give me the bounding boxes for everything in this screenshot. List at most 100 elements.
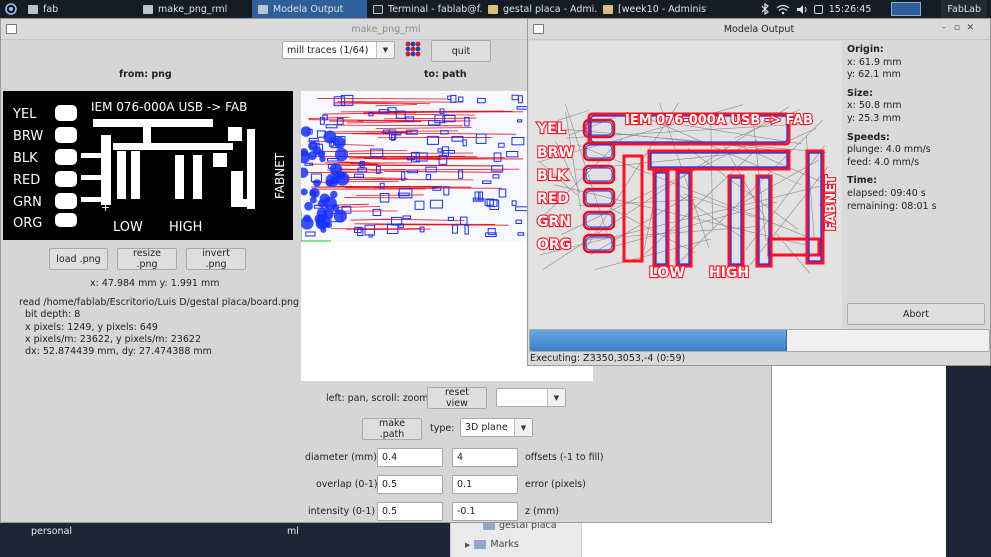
info-read-path: read /home/fablab/Escritorio/Luis D/gest… [19,297,300,308]
view-select[interactable]: ▼ [496,388,566,407]
desktop-label-ml[interactable]: ml [287,526,299,537]
task-gestal-placa[interactable]: gestal placa - Admi... [482,0,597,18]
plunge-speed: plunge: 4.0 mm/s [847,144,931,156]
chevron-down-icon: ▼ [547,389,565,406]
progress-fill [530,330,788,351]
task-label: make_png_rml [158,3,228,15]
minimize-icon[interactable]: – [942,23,947,33]
task-week10[interactable]: [week10 - Administr... [597,0,707,18]
restore-icon[interactable]: ▫ [954,23,960,33]
overlap-label: overlap (0-1) [316,479,378,490]
mode-select-value: mill traces (1/64) [287,44,369,56]
resize-png-button[interactable]: resize .png [117,248,177,270]
clock[interactable]: 15:26:45 [829,4,872,15]
pin-label-yel: YEL [12,107,37,122]
load-png-button[interactable]: load .png [49,248,108,270]
pin-label-red: RED [537,191,569,207]
reset-view-button[interactable]: reset view [427,387,487,409]
z-label: z (mm) [525,506,559,517]
tray-square-icon[interactable] [813,4,823,14]
intensity-input[interactable] [377,502,443,521]
task-label: [week10 - Administr... [618,3,707,15]
abort-button[interactable]: Abort [847,303,985,325]
task-fab[interactable]: fab [22,0,137,18]
board-traces-image: YEL BRW BLK RED GRN ORG IEM 076-000A USB… [12,100,287,235]
board-title-text: IEM 076-000A USB -> FAB [91,100,247,114]
task-modela-output[interactable]: Modela Output [252,0,367,18]
offsets-input[interactable] [452,448,518,467]
error-label: error (pixels) [525,479,586,490]
folder-marks[interactable]: ▶ Marks [465,539,519,550]
size-y: y: 25.3 mm [847,112,901,124]
workspace-switcher[interactable] [891,2,922,16]
overlap-input[interactable] [377,475,443,494]
pin-label-yel: YEL [536,121,566,137]
origin-x: x: 61.9 mm [847,56,902,68]
make-path-button[interactable]: make .path [362,418,422,440]
window-icon [143,4,153,14]
z-input[interactable] [452,502,518,521]
wifi-icon[interactable] [776,4,790,15]
pin-label-grn: GRN [537,214,571,230]
desktop-label-personal[interactable]: personal [31,526,72,537]
plus-label: + [101,201,110,214]
to-path-title: to: path [424,69,467,80]
task-terminal[interactable]: Terminal - fablab@f... [367,0,482,18]
user-menu[interactable]: FabLab [941,0,987,18]
time-heading: Time: [847,175,877,187]
feed-speed: feed: 4.0 mm/s [847,156,920,168]
folder-icon [603,4,613,14]
task-label: gestal placa - Admi... [503,3,597,15]
high-label: HIGH [169,220,202,235]
window-title: make_png_rml [351,23,421,35]
window-icon [28,4,38,14]
intensity-label: intensity (0-1) [308,506,376,517]
error-input[interactable] [452,475,518,494]
type-select-value: 3D plane [465,422,508,433]
mode-select[interactable]: mill traces (1/64) ▼ [282,41,395,59]
task-label: fab [43,3,59,15]
job-info-panel: Origin: x: 61.9 mm y: 62.1 mm Size: x: 5… [847,41,937,213]
cursor-coordinates: x: 47.984 mm y: 1.991 mm [90,278,220,289]
invert-png-button[interactable]: invert .png [186,248,246,270]
close-icon[interactable]: ✕ [966,23,974,33]
remaining-time: remaining: 08:01 s [847,200,937,212]
elapsed-time: elapsed: 09:40 s [847,187,926,199]
bluetooth-icon[interactable] [760,3,770,15]
folder-label: Marks [490,539,519,550]
origin-y: y: 62.1 mm [847,69,901,81]
system-tray: 15:26:45 FabLab [760,0,991,18]
task-label: Terminal - fablab@f... [388,3,482,15]
machining-preview[interactable]: YEL BRW BLK RED GRN ORG IEM 076-000A USB… [529,41,842,329]
quit-button[interactable]: quit [431,40,491,62]
png-preview[interactable]: YEL BRW BLK RED GRN ORG IEM 076-000A USB… [3,91,293,240]
task-make-png-rml[interactable]: make_png_rml [137,0,252,18]
pin-label-red: RED [13,173,40,188]
offsets-label: offsets (-1 to fill) [525,452,604,463]
size-x: x: 50.8 mm [847,100,902,112]
window-menu-icon[interactable] [533,24,544,34]
info-pixels-per-m: x pixels/m: 23622, y pixels/m: 23622 [25,333,201,345]
pin-label-grn: GRN [13,195,42,210]
pan-zoom-hint: left: pan, scroll: zoom [326,393,429,404]
window-menu-icon[interactable] [6,24,17,34]
pin-label-brw: BRW [537,145,574,161]
info-bit-depth: bit depth: 8 [25,309,81,321]
expand-arrow-icon[interactable]: ▶ [465,541,470,549]
high-label: HIGH [709,265,749,281]
volume-icon[interactable] [796,4,808,15]
color-palette-icon[interactable] [404,40,422,58]
pin-label-blk: BLK [537,168,569,184]
window-titlebar[interactable]: Modela Output – ▫ ✕ [528,19,990,40]
pin-label-brw: BRW [13,129,43,144]
start-menu-icon [5,3,17,15]
start-menu-button[interactable] [0,0,22,18]
chevron-down-icon: ▼ [376,42,394,58]
type-select[interactable]: 3D plane ▼ [460,418,533,437]
png-info: read /home/fablab/Escritorio/Luis D/gest… [19,297,299,358]
from-png-title: from: png [119,69,172,80]
window-title: Modela Output [723,23,795,35]
job-progress-bar [529,329,990,352]
diameter-input[interactable] [377,448,443,467]
folder-icon [488,4,498,14]
